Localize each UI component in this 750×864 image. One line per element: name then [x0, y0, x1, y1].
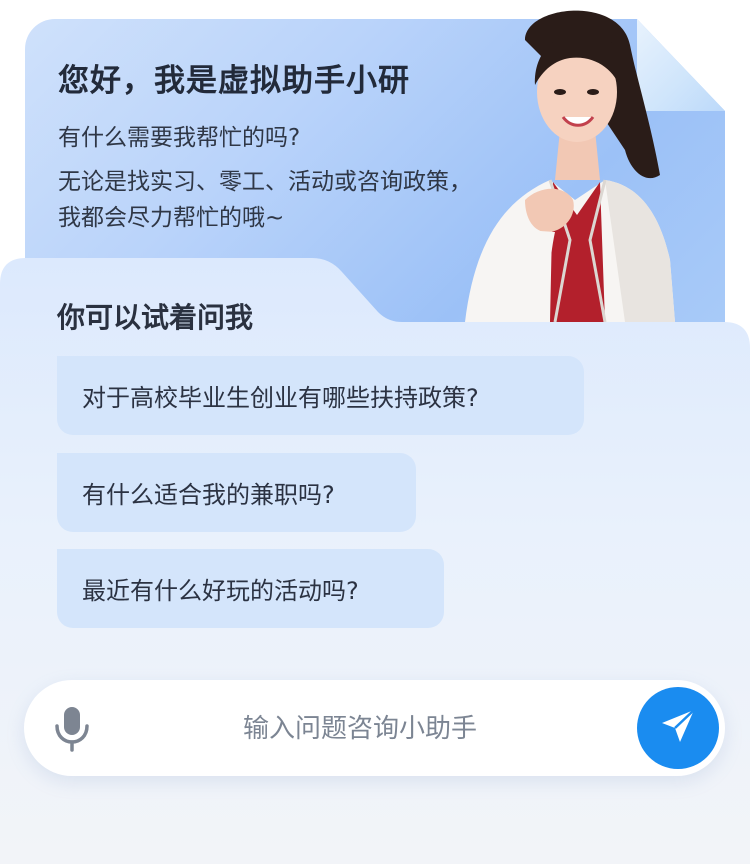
- greeting-title: 您好，我是虚拟助手小研: [58, 63, 410, 99]
- assistant-card: 您好，我是虚拟助手小研 有什么需要我帮忙的吗? 无论是找实习、零工、活动或咨询政…: [0, 0, 750, 864]
- suggestion-label: 有什么适合我的兼职吗?: [82, 481, 335, 509]
- greeting-subtitle: 有什么需要我帮忙的吗?: [58, 125, 301, 151]
- greeting-description: 无论是找实习、零工、活动或咨询政策，我都会尽力帮忙的哦~: [58, 169, 472, 231]
- question-input[interactable]: [150, 706, 570, 752]
- suggestion-label: 最近有什么好玩的活动吗?: [82, 577, 359, 605]
- suggestion-chip[interactable]: 对于高校毕业生创业有哪些扶持政策?: [57, 356, 584, 435]
- send-button[interactable]: [637, 687, 719, 769]
- suggestion-chip[interactable]: 最近有什么好玩的活动吗?: [57, 549, 444, 628]
- paper-plane-icon: [658, 706, 698, 750]
- avatar-illustration: [465, 10, 675, 322]
- microphone-icon[interactable]: [53, 706, 91, 752]
- suggestion-label: 对于高校毕业生创业有哪些扶持政策?: [82, 384, 479, 412]
- assistant-avatar: [455, 0, 685, 322]
- suggestions-heading: 你可以试着问我: [57, 301, 254, 334]
- suggestion-chip[interactable]: 有什么适合我的兼职吗?: [57, 453, 416, 532]
